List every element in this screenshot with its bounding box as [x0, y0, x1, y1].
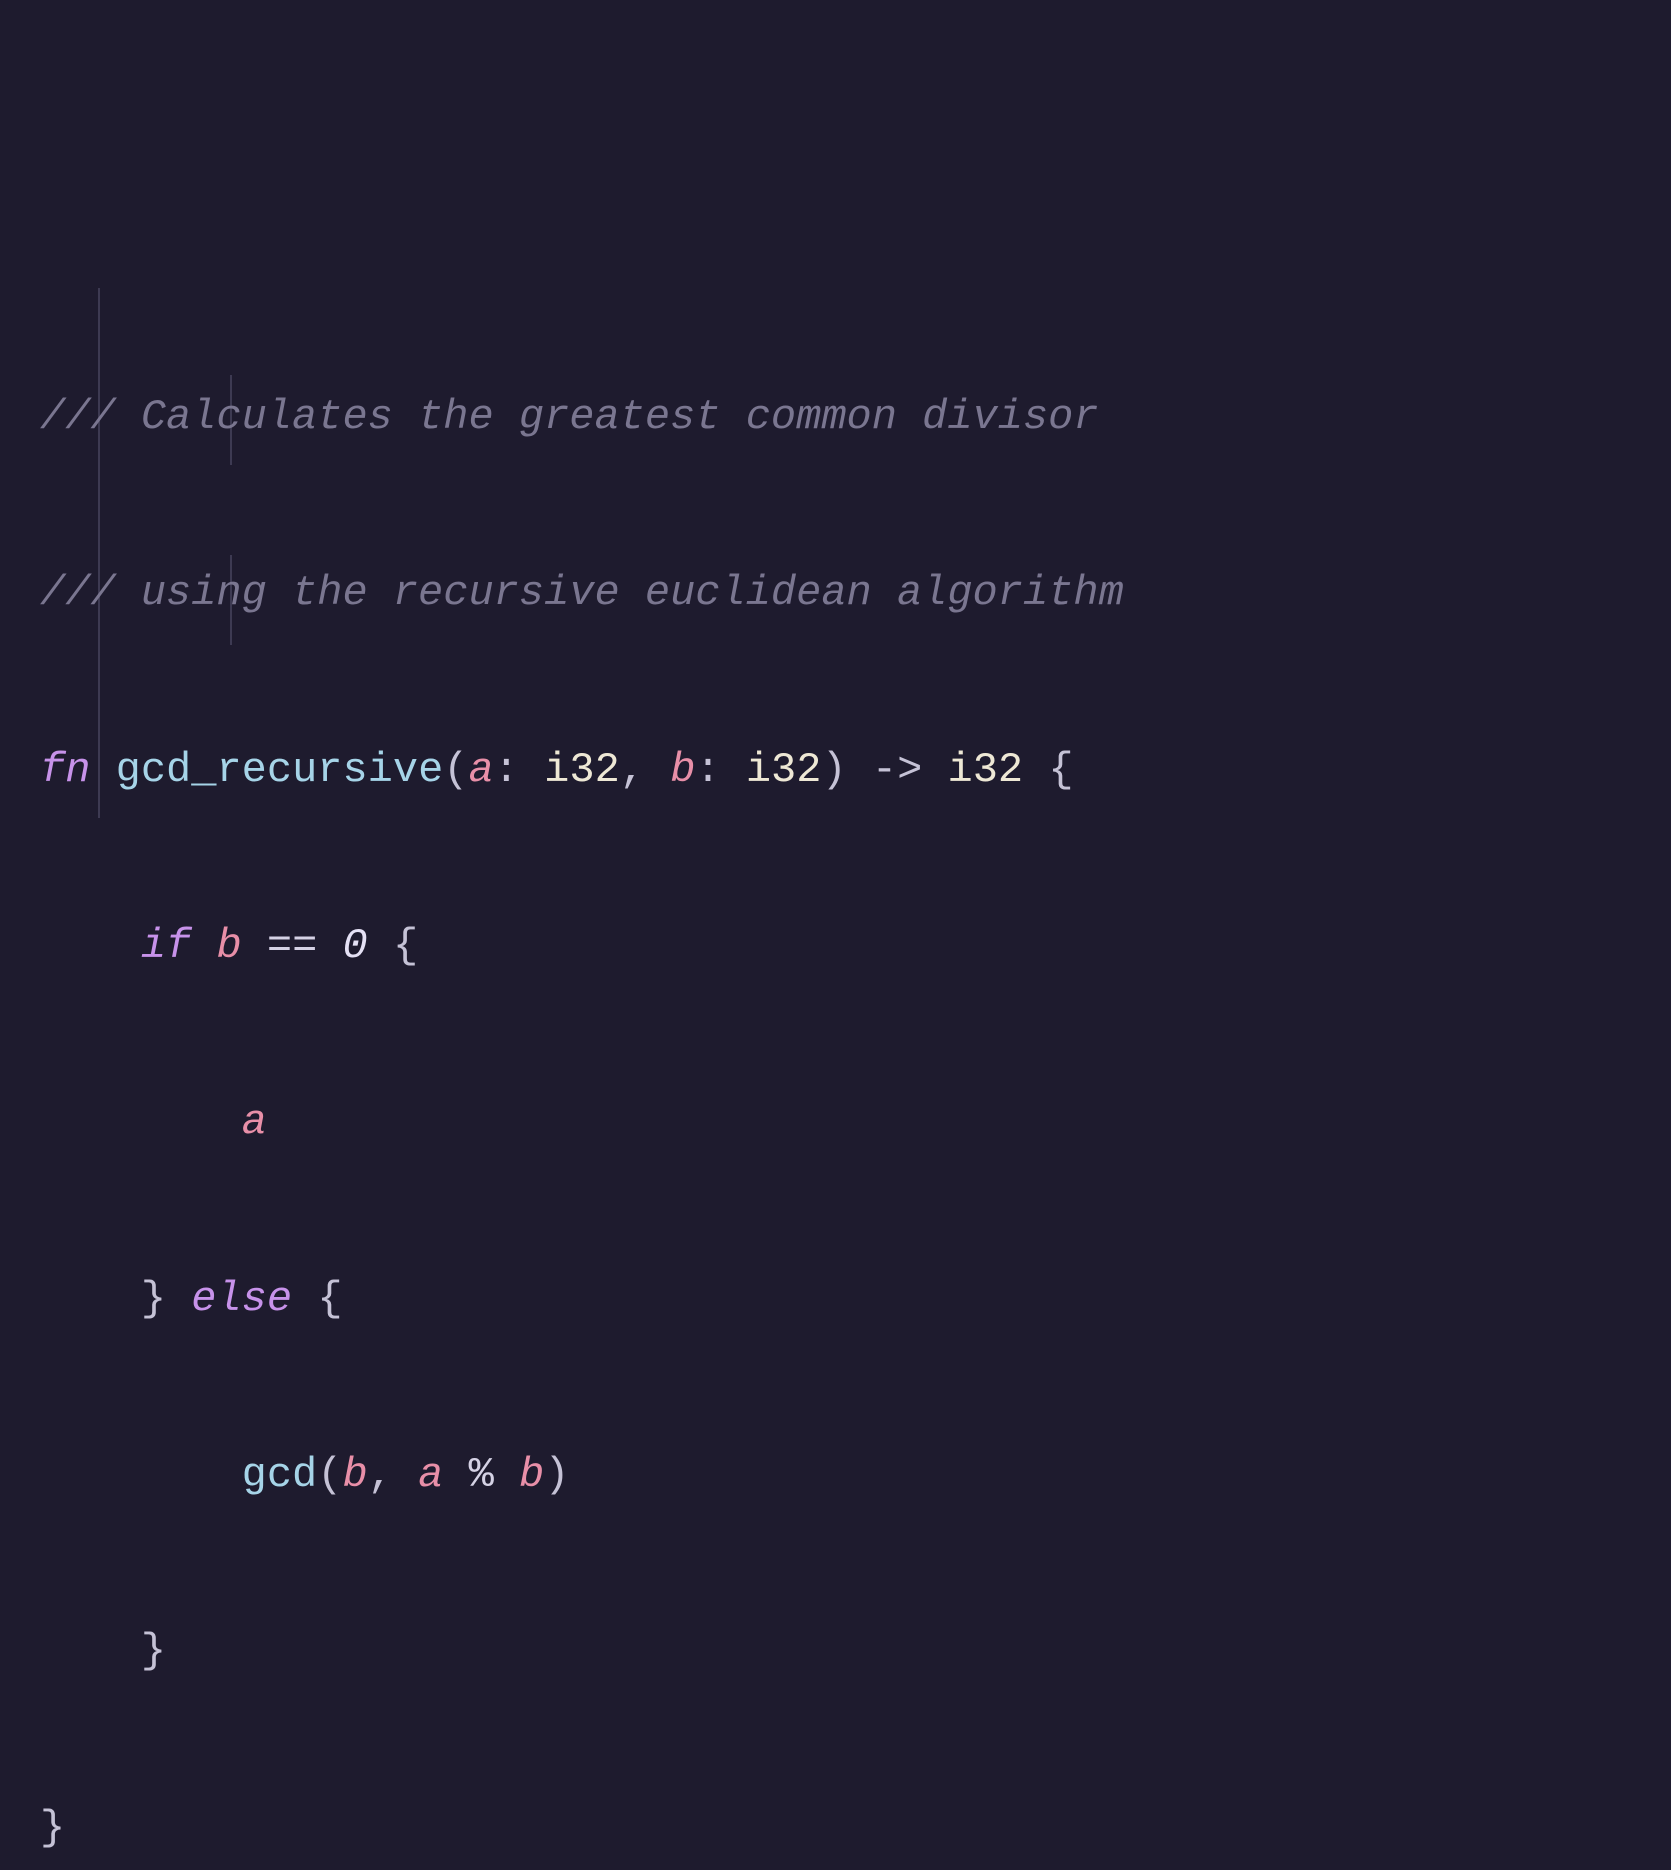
type-i32: i32 [721, 746, 822, 794]
paren-close: ) [544, 1451, 569, 1499]
code-line: } [40, 1607, 1631, 1695]
code-line: gcd(b, a % b) [40, 1431, 1631, 1519]
function-name: gcd_recursive [116, 746, 444, 794]
type-i32: i32 [519, 746, 620, 794]
keyword-if: if [141, 922, 191, 970]
brace-close: } [141, 1627, 166, 1675]
code-line: /// using the recursive euclidean algori… [40, 549, 1631, 637]
variable-b: b [342, 1451, 367, 1499]
code-line: /// Calculates the greatest common divis… [40, 373, 1631, 461]
brace-open: { [317, 1275, 342, 1323]
keyword-fn: fn [40, 746, 90, 794]
code-editor-block: /// Calculates the greatest common divis… [40, 20, 1631, 1870]
variable-b: b [216, 922, 241, 970]
function-call: gcd [242, 1451, 318, 1499]
param-a: a [469, 746, 494, 794]
number-literal: 0 [343, 922, 368, 970]
code-line: a [40, 1078, 1631, 1166]
doc-comment: /// Calculates the greatest common divis… [40, 393, 1099, 441]
colon: : [494, 746, 519, 794]
keyword-else: else [191, 1275, 292, 1323]
return-type: i32 [948, 746, 1024, 794]
arrow: -> [847, 746, 948, 794]
brace-open: { [393, 922, 418, 970]
param-b: b [645, 746, 695, 794]
colon: : [695, 746, 720, 794]
variable-a: a [242, 1098, 267, 1146]
doc-comment: /// using the recursive euclidean algori… [40, 569, 1124, 617]
comma: , [368, 1451, 393, 1499]
variable-a: a [418, 1451, 443, 1499]
brace-close: } [40, 1804, 65, 1852]
code-line: } [40, 1784, 1631, 1870]
code-line: if b == 0 { [40, 902, 1631, 990]
paren-open: ( [443, 746, 468, 794]
variable-b: b [519, 1451, 544, 1499]
operator-eq: == [267, 922, 317, 970]
brace-open: { [1023, 746, 1073, 794]
code-line: fn gcd_recursive(a: i32, b: i32) -> i32 … [40, 726, 1631, 814]
brace-close: } [141, 1275, 166, 1323]
code-line: } else { [40, 1255, 1631, 1343]
paren-open: ( [317, 1451, 342, 1499]
paren-close: ) [821, 746, 846, 794]
operator-mod: % [469, 1451, 494, 1499]
comma: , [620, 746, 645, 794]
